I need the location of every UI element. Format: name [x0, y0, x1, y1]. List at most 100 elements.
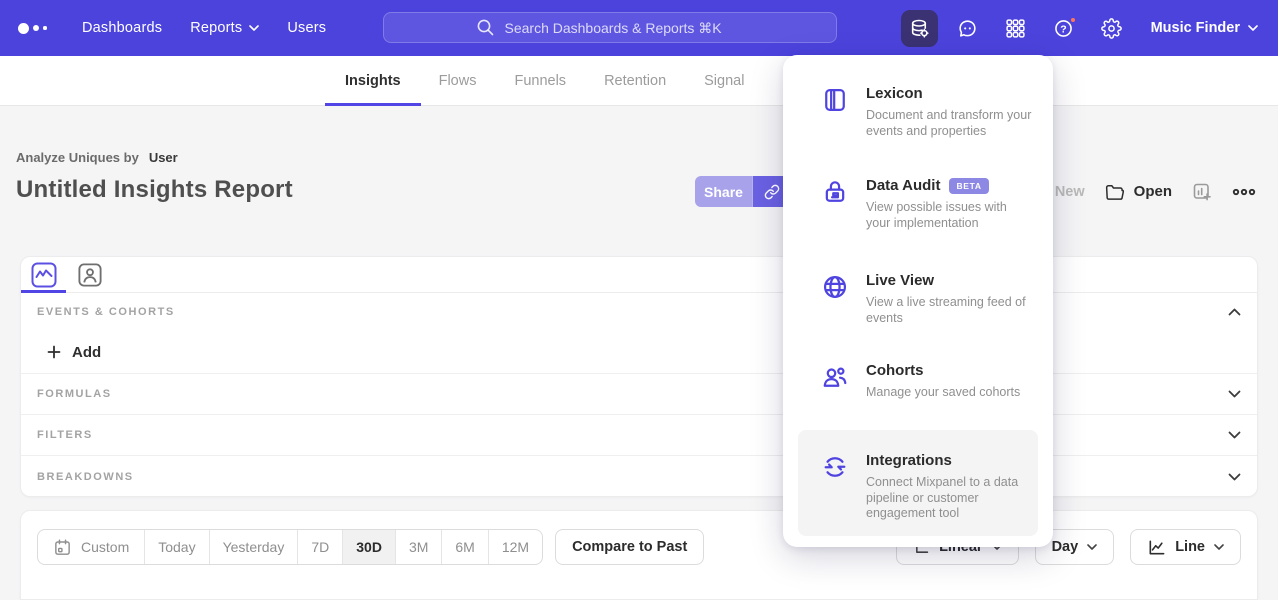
tab-funnels[interactable]: Funnels [514, 56, 566, 106]
menu-item-text: Live View View a live streaming feed of … [866, 272, 1033, 326]
nav-reports-label: Reports [190, 20, 242, 36]
6m-label: 6M [455, 539, 474, 555]
menu-item-lexicon[interactable]: Lexicon Document and transform your even… [783, 85, 1053, 139]
menu-item-description: Document and transform your events and p… [866, 108, 1033, 139]
data-management-menu: Lexicon Document and transform your even… [783, 55, 1053, 547]
settings-icon [1101, 18, 1122, 39]
profiles-view-tab[interactable] [77, 262, 103, 288]
menu-item-live-view[interactable]: Live View View a live streaming feed of … [783, 272, 1053, 326]
page-title[interactable]: Untitled Insights Report [16, 176, 293, 204]
7d-label: 7D [311, 539, 329, 555]
date-range-yesterday[interactable]: Yesterday [209, 530, 298, 564]
more-options-icon[interactable] [1232, 187, 1256, 197]
notification-dot [1069, 16, 1077, 24]
chevron-up-icon[interactable] [1228, 308, 1241, 316]
menu-item-title: Integrations [866, 452, 952, 469]
date-range-7d[interactable]: 7D [297, 530, 342, 564]
nav-dashboards[interactable]: Dashboards [82, 20, 162, 36]
insights-chart-view-tab[interactable] [31, 262, 57, 288]
mixpanel-app: Dashboards Reports Users [0, 0, 1278, 581]
menu-item-text: Integrations Connect Mixpanel to a data … [866, 452, 1033, 522]
add-label: Add [72, 344, 101, 361]
nav-users[interactable]: Users [287, 20, 326, 36]
messages-button[interactable] [949, 10, 986, 47]
tab-signal[interactable]: Signal [704, 56, 744, 106]
date-range-custom[interactable]: Custom [38, 530, 144, 564]
settings-button[interactable] [1093, 10, 1130, 47]
tab-retention[interactable]: Retention [604, 56, 666, 106]
mixpanel-logo[interactable] [18, 23, 58, 34]
menu-item-cohorts[interactable]: Cohorts Manage your saved cohorts [783, 362, 1053, 401]
menu-item-title: Live View [866, 272, 934, 289]
folder-open-icon [1105, 182, 1125, 202]
menu-item-data-audit[interactable]: Data AuditBETA View possible issues with… [783, 177, 1053, 231]
active-view-underline [21, 290, 66, 293]
global-search[interactable] [383, 12, 837, 43]
menu-item-text: Data AuditBETA View possible issues with… [866, 177, 1033, 231]
data-audit-icon [821, 178, 849, 206]
nav-dashboards-label: Dashboards [82, 20, 162, 36]
date-range-6m[interactable]: 6M [441, 530, 487, 564]
tab-signal-label: Signal [704, 73, 744, 89]
menu-item-text: Cohorts Manage your saved cohorts [866, 362, 1020, 401]
open-label: Open [1134, 183, 1172, 200]
lexicon-icon [821, 86, 849, 114]
compare-to-past-button[interactable]: Compare to Past [555, 529, 704, 565]
help-button[interactable]: ? [1045, 10, 1082, 47]
30d-label: 30D [356, 539, 382, 555]
tab-retention-label: Retention [604, 73, 666, 89]
chevron-down-icon[interactable] [1228, 390, 1241, 398]
search-input[interactable] [505, 20, 745, 36]
profiles-view-icon [78, 263, 102, 287]
data-management-button[interactable] [901, 10, 938, 47]
interval-label: Day [1052, 539, 1079, 555]
date-range-today[interactable]: Today [144, 530, 208, 564]
project-switcher[interactable]: Music Finder [1151, 20, 1258, 36]
section-formulas[interactable]: FORMULAS [21, 374, 1257, 415]
cohorts-icon [821, 363, 849, 391]
section-filters[interactable]: FILTERS [21, 415, 1257, 456]
subtitle-entity[interactable]: User [149, 150, 178, 165]
new-report-button[interactable]: New [1055, 184, 1085, 200]
filters-label: FILTERS [37, 429, 93, 441]
tab-insights[interactable]: Insights [345, 56, 401, 106]
date-range-30d[interactable]: 30D [342, 530, 395, 564]
report-actions: New Open [1055, 176, 1256, 207]
tab-funnels-label: Funnels [514, 73, 566, 89]
tab-insights-label: Insights [345, 73, 401, 89]
add-to-board-icon[interactable] [1192, 182, 1212, 202]
menu-item-description: View a live streaming feed of events [866, 295, 1033, 326]
menu-item-description: Manage your saved cohorts [866, 385, 1020, 401]
date-range-12m[interactable]: 12M [488, 530, 542, 564]
custom-label: Custom [81, 539, 129, 555]
add-event-button[interactable]: Add [21, 331, 1257, 374]
chevron-down-icon[interactable] [1228, 473, 1241, 481]
date-range-3m[interactable]: 3M [395, 530, 441, 564]
calendar-icon [53, 538, 72, 557]
chevron-down-icon [249, 25, 259, 31]
chart-type-dropdown[interactable]: Line [1130, 529, 1241, 565]
today-label: Today [158, 539, 195, 555]
menu-item-title: Data Audit [866, 177, 940, 194]
section-breakdowns[interactable]: BREAKDOWNS [21, 456, 1257, 497]
svg-text:?: ? [1060, 23, 1066, 35]
share-split-button: Share [695, 176, 790, 207]
tab-flows[interactable]: Flows [439, 56, 477, 106]
tab-flows-label: Flows [439, 73, 477, 89]
menu-item-integrations[interactable]: Integrations Connect Mixpanel to a data … [783, 452, 1053, 522]
beta-badge: BETA [949, 178, 988, 194]
nav-reports[interactable]: Reports [190, 20, 259, 36]
apps-grid-icon [1005, 18, 1026, 39]
3m-label: 3M [409, 539, 428, 555]
menu-item-title: Cohorts [866, 362, 924, 379]
yesterday-label: Yesterday [223, 539, 285, 555]
share-button[interactable]: Share [695, 176, 752, 207]
12m-label: 12M [502, 539, 529, 555]
query-builder-panel: EVENTS & COHORTS Add FORMULAS FILTERS BR… [20, 256, 1258, 497]
chevron-down-icon[interactable] [1228, 431, 1241, 439]
report-tabbar: Insights Flows Funnels Retention Signal … [0, 56, 1278, 106]
apps-grid-button[interactable] [997, 10, 1034, 47]
section-events-cohorts[interactable]: EVENTS & COHORTS [21, 293, 1257, 331]
open-report-button[interactable]: Open [1105, 182, 1172, 202]
top-nav: Dashboards Reports Users [82, 20, 326, 36]
